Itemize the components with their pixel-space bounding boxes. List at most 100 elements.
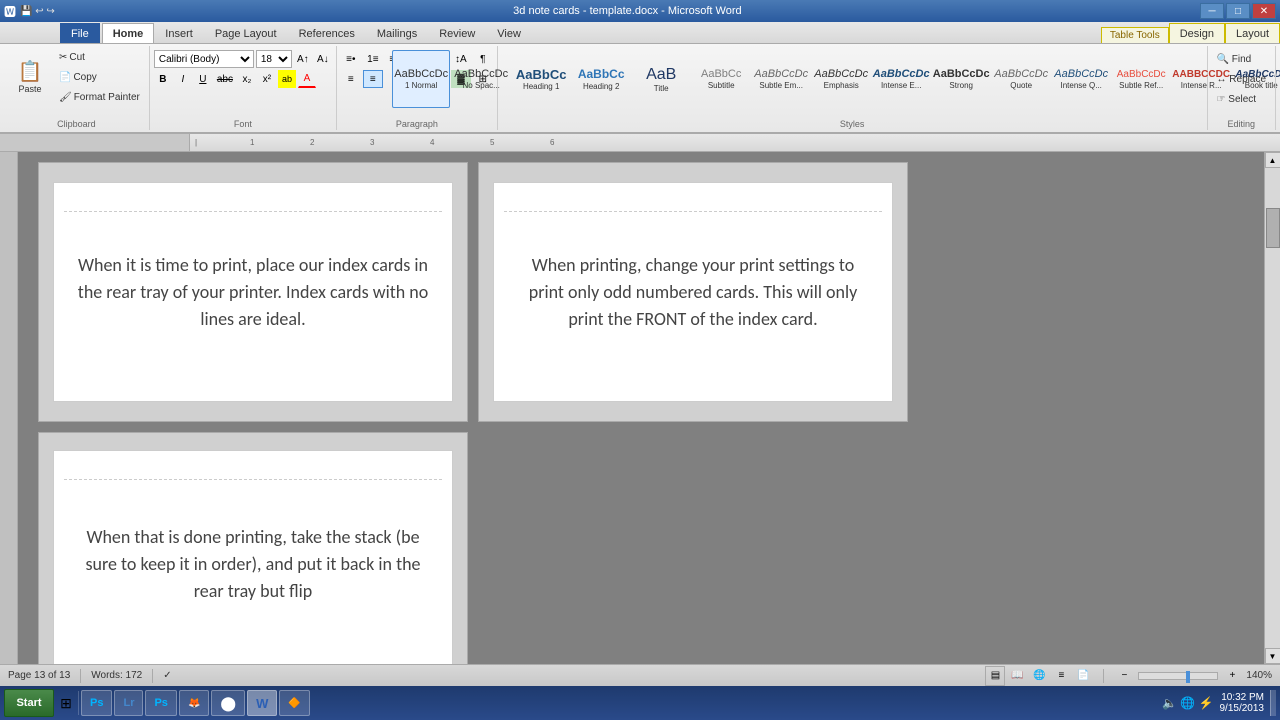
style-normal[interactable]: AaBbCcDc 1 Normal bbox=[392, 50, 450, 108]
minimize-button[interactable]: ─ bbox=[1200, 3, 1224, 19]
align-center-button[interactable]: ≡ bbox=[363, 70, 383, 88]
style-intense-emphasis[interactable]: AaBbCcDc Intense E... bbox=[872, 50, 930, 108]
taskbar-vlc-icon[interactable]: 🔶 bbox=[279, 690, 309, 716]
taskbar-lightroom-icon[interactable]: Lr bbox=[114, 690, 143, 716]
doc-area: When it is time to print, place our inde… bbox=[0, 152, 1280, 664]
subscript-button[interactable]: x₂ bbox=[238, 70, 256, 88]
tab-file[interactable]: File bbox=[60, 23, 100, 43]
taskbar-word-icon[interactable]: W bbox=[247, 690, 277, 716]
tab-review[interactable]: Review bbox=[428, 23, 486, 43]
clipboard-label: Clipboard bbox=[57, 117, 96, 130]
text-highlight-button[interactable]: ab bbox=[278, 70, 296, 88]
find-button[interactable]: 🔍 Find bbox=[1212, 50, 1271, 68]
view-full-reading[interactable]: 📖 bbox=[1007, 666, 1027, 686]
app-icon: 🆆 bbox=[4, 3, 16, 20]
style-heading2[interactable]: AaBbCc Heading 2 bbox=[572, 50, 630, 108]
zoom-thumb[interactable] bbox=[1186, 671, 1190, 683]
zoom-controls: − + 140% bbox=[1114, 666, 1272, 686]
view-web-layout[interactable]: 🌐 bbox=[1029, 666, 1049, 686]
tab-mailings[interactable]: Mailings bbox=[366, 23, 428, 43]
tab-view[interactable]: View bbox=[486, 23, 532, 43]
card-row-1: When it is time to print, place our inde… bbox=[38, 162, 1244, 422]
editing-label: Editing bbox=[1228, 117, 1256, 130]
taskbar-chrome-icon[interactable]: ⬤ bbox=[211, 690, 245, 716]
shrink-font-button[interactable]: A↓ bbox=[314, 50, 332, 68]
style-emphasis[interactable]: AaBbCcDc Emphasis bbox=[812, 50, 870, 108]
taskbar-photoshop-icon[interactable]: Ps bbox=[81, 690, 112, 716]
bullets-button[interactable]: ≡• bbox=[341, 50, 361, 68]
page-indicator: Page 13 of 13 bbox=[8, 670, 70, 681]
index-card-1[interactable]: When it is time to print, place our inde… bbox=[53, 182, 453, 402]
card-3-text: When that is done printing, take the sta… bbox=[74, 524, 432, 605]
superscript-button[interactable]: x² bbox=[258, 70, 276, 88]
status-sep-2 bbox=[152, 669, 153, 683]
taskbar-windows-icon[interactable]: ⊞ bbox=[56, 693, 76, 713]
grow-font-button[interactable]: A↑ bbox=[294, 50, 312, 68]
styles-row: AaBbCcDc 1 Normal AaBbCcDc No Spac... Aa… bbox=[392, 48, 1280, 117]
italic-button[interactable]: I bbox=[174, 70, 192, 88]
tab-references[interactable]: References bbox=[288, 23, 366, 43]
strikethrough-button[interactable]: abc bbox=[214, 70, 236, 88]
close-button[interactable]: ✕ bbox=[1252, 3, 1276, 19]
paste-button[interactable]: 📋 Paste bbox=[8, 48, 52, 108]
copy-button[interactable]: 📄Copy bbox=[54, 68, 145, 86]
font-controls: Calibri (Body) 18 A↑ A↓ B I U abc x₂ x² … bbox=[154, 48, 332, 117]
ruler-margin-left bbox=[0, 134, 190, 151]
start-button[interactable]: Start bbox=[4, 689, 54, 717]
card-2-text: When printing, change your print setting… bbox=[514, 252, 872, 333]
cut-button[interactable]: ✂Cut bbox=[54, 48, 145, 66]
format-painter-button[interactable]: 🖌Format Painter bbox=[54, 88, 145, 106]
zoom-level: 140% bbox=[1246, 670, 1272, 681]
card-1-text: When it is time to print, place our inde… bbox=[74, 252, 432, 333]
style-no-spacing[interactable]: AaBbCcDc No Spac... bbox=[452, 50, 510, 108]
index-card-2[interactable]: When printing, change your print setting… bbox=[493, 182, 893, 402]
view-draft[interactable]: 📄 bbox=[1073, 666, 1093, 686]
doc-content: When it is time to print, place our inde… bbox=[18, 152, 1264, 664]
align-left-button[interactable]: ≡ bbox=[341, 70, 361, 88]
paste-icon: 📋 bbox=[18, 62, 43, 82]
view-outline[interactable]: ≡ bbox=[1051, 666, 1071, 686]
tab-design[interactable]: Design bbox=[1169, 23, 1225, 43]
style-intense-quote[interactable]: AaBbCcDc Intense Q... bbox=[1052, 50, 1110, 108]
tab-page-layout[interactable]: Page Layout bbox=[204, 23, 288, 43]
status-sep-1 bbox=[80, 669, 81, 683]
style-title[interactable]: AaB Title bbox=[632, 50, 690, 108]
numbering-button[interactable]: 1≡ bbox=[363, 50, 383, 68]
style-heading1[interactable]: AaBbCc Heading 1 bbox=[512, 50, 570, 108]
scroll-thumb[interactable] bbox=[1266, 208, 1280, 248]
scrollbar-vertical: ▲ ▼ bbox=[1264, 152, 1280, 664]
zoom-slider[interactable] bbox=[1138, 672, 1218, 680]
paragraph-label: Paragraph bbox=[396, 117, 438, 130]
bold-button[interactable]: B bbox=[154, 70, 172, 88]
style-strong[interactable]: AaBbCcDc Strong bbox=[932, 50, 990, 108]
word-count: Words: 172 bbox=[91, 670, 142, 681]
zoom-in-button[interactable]: + bbox=[1222, 666, 1242, 686]
replace-button[interactable]: ↔ Replace bbox=[1212, 70, 1271, 88]
doc-sidebar-left bbox=[0, 152, 18, 664]
font-size-select[interactable]: 18 bbox=[256, 50, 292, 68]
taskbar-photoshop2-icon[interactable]: Ps bbox=[145, 690, 176, 716]
underline-button[interactable]: U bbox=[194, 70, 212, 88]
zoom-out-button[interactable]: − bbox=[1114, 666, 1134, 686]
font-name-select[interactable]: Calibri (Body) bbox=[154, 50, 254, 68]
tab-home[interactable]: Home bbox=[102, 23, 155, 43]
index-card-3[interactable]: When that is done printing, take the sta… bbox=[53, 450, 453, 665]
editing-group: 🔍 Find ↔ Replace ☞ Select Editing bbox=[1208, 46, 1276, 130]
tab-layout[interactable]: Layout bbox=[1225, 23, 1280, 43]
style-quote[interactable]: AaBbCcDc Quote bbox=[992, 50, 1050, 108]
style-subtle-emphasis[interactable]: AaBbCcDc Subtle Em... bbox=[752, 50, 810, 108]
font-group: Calibri (Body) 18 A↑ A↓ B I U abc x₂ x² … bbox=[150, 46, 337, 130]
style-subtitle[interactable]: AaBbCc Subtitle bbox=[692, 50, 750, 108]
maximize-button[interactable]: □ bbox=[1226, 3, 1250, 19]
view-print-layout[interactable]: ▤ bbox=[985, 666, 1005, 686]
taskbar-firefox-icon[interactable]: 🦊 bbox=[179, 690, 209, 716]
tab-insert[interactable]: Insert bbox=[154, 23, 204, 43]
font-color-button[interactable]: A bbox=[298, 70, 316, 88]
style-subtle-ref[interactable]: AaBbCcDc Subtle Ref... bbox=[1112, 50, 1170, 108]
view-buttons: ▤ 📖 🌐 ≡ 📄 bbox=[985, 666, 1093, 686]
show-desktop-button[interactable] bbox=[1270, 690, 1276, 716]
select-button[interactable]: ☞ Select bbox=[1212, 90, 1271, 108]
window-title: 3d note cards - template.docx - Microsof… bbox=[55, 5, 1200, 17]
scroll-up-button[interactable]: ▲ bbox=[1265, 152, 1280, 168]
scroll-down-button[interactable]: ▼ bbox=[1265, 648, 1280, 664]
